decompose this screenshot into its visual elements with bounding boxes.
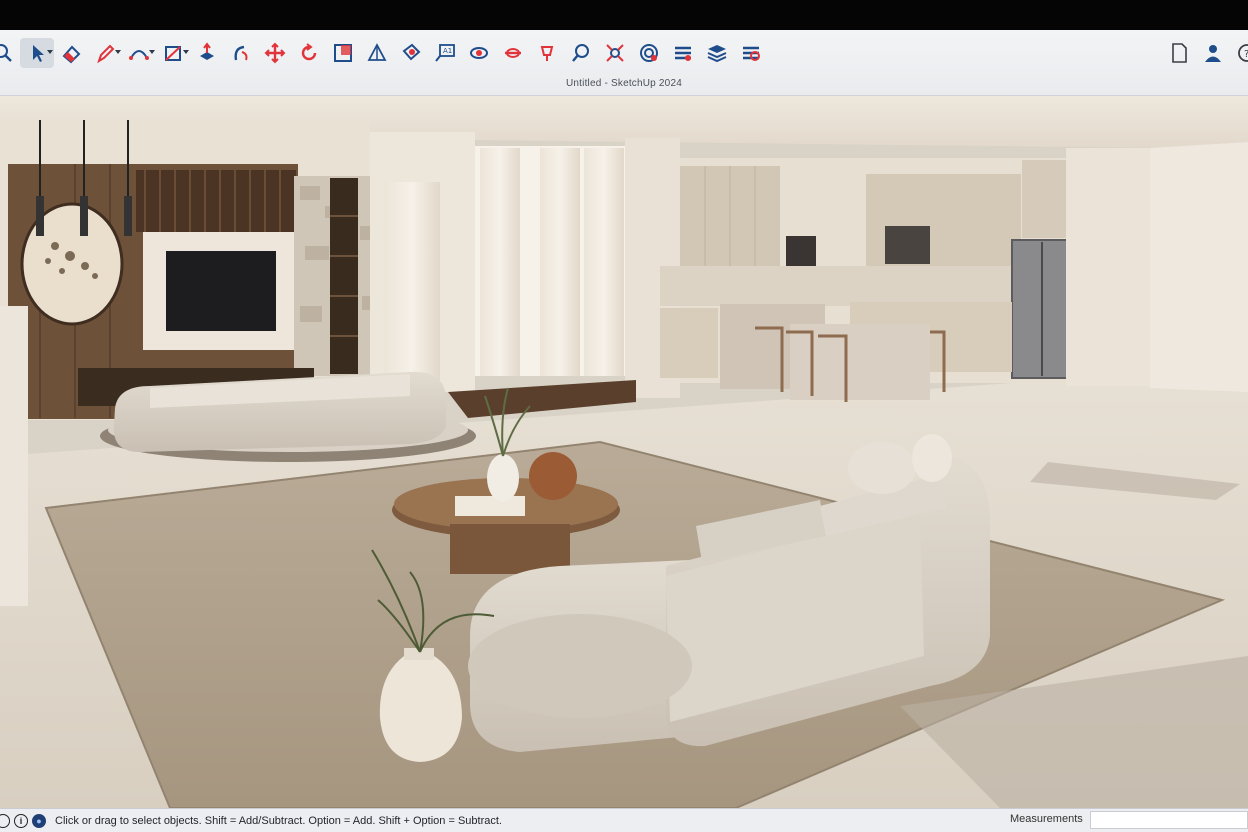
zoom-extents-icon [606,44,624,62]
right-tool-account[interactable] [1196,38,1230,68]
section-plane-icon [505,48,521,58]
tool-pencil[interactable] [88,38,122,68]
tool-follow-me[interactable] [224,38,258,68]
eraser-icon [62,45,81,64]
scale-icon [334,44,352,62]
tool-arc[interactable] [122,38,156,68]
pencil-icon [97,44,115,64]
tool-eraser[interactable] [54,38,88,68]
orbit-icon [470,47,488,59]
tool-rotate[interactable] [292,38,326,68]
move-icon [264,42,286,64]
magnifier-icon [0,44,12,62]
chevron-down-icon[interactable] [183,50,189,54]
tool-walk[interactable] [530,38,564,68]
tool-zoom-extents[interactable] [598,38,632,68]
tool-orbit[interactable] [462,38,496,68]
tool-move[interactable] [258,38,292,68]
push-pull-icon [200,42,214,60]
3d-warehouse-icon [640,44,658,62]
status-hint: Click or drag to select objects. Shift =… [55,814,502,827]
chevron-down-icon[interactable] [149,50,155,54]
svg-text:?: ? [1244,49,1248,60]
layers-icon [707,45,727,63]
tool-layers[interactable] [700,38,734,68]
model-viewport[interactable] [0,96,1248,808]
rendered-interior-scene[interactable] [0,96,1248,808]
svg-text:A1: A1 [443,47,452,55]
walk-icon [540,46,554,61]
tool-solid-tools[interactable] [734,38,768,68]
arc-icon [129,50,149,60]
tool-scale[interactable] [326,38,360,68]
right-tool-document[interactable] [1162,38,1196,68]
tool-section[interactable] [496,38,530,68]
geo-location-icon[interactable] [0,813,10,828]
tool-zoom-search[interactable] [0,38,20,68]
tool-select[interactable] [20,38,54,68]
tool-paint[interactable] [394,38,428,68]
text-label-icon: A1 [435,44,455,62]
credits-info-icon[interactable]: i [14,813,28,828]
tool-zoom[interactable] [564,38,598,68]
window-title: Untitled - SketchUp 2024 [566,78,682,89]
zoom-icon [572,44,589,62]
tool-extension[interactable] [666,38,700,68]
chevron-down-icon[interactable] [115,50,121,54]
arrow-select-icon [33,45,44,62]
tool-tape[interactable] [360,38,394,68]
user-icon [1205,45,1221,62]
rotate-icon [301,43,317,61]
measurements-input[interactable] [1090,811,1248,829]
tool-push-pull[interactable] [190,38,224,68]
tool-shapes[interactable] [156,38,190,68]
tool-row: A1 [0,38,768,68]
window-top-bar [0,0,1248,30]
solid-tools-icon [743,46,760,61]
account-globe-icon[interactable]: ● [32,813,46,828]
main-toolbar: A1 ? Untitled - SketchUp 2024 [0,30,1248,96]
tool-warehouse[interactable] [632,38,666,68]
tape-measure-icon [367,43,387,61]
help-icon: ? [1238,44,1248,62]
document-icon [1172,43,1187,63]
rectangle-icon [165,46,181,61]
status-bar: i ● Click or drag to select objects. Shi… [0,808,1248,832]
extension-icon [675,46,691,61]
measurements-label: Measurements [1010,813,1083,825]
right-tool-help[interactable]: ? [1230,38,1248,68]
right-tool-row: ? [1162,38,1248,68]
follow-me-icon [234,45,248,61]
tool-text[interactable]: A1 [428,38,462,68]
chevron-down-icon[interactable] [47,50,53,54]
paint-bucket-icon [402,43,421,61]
